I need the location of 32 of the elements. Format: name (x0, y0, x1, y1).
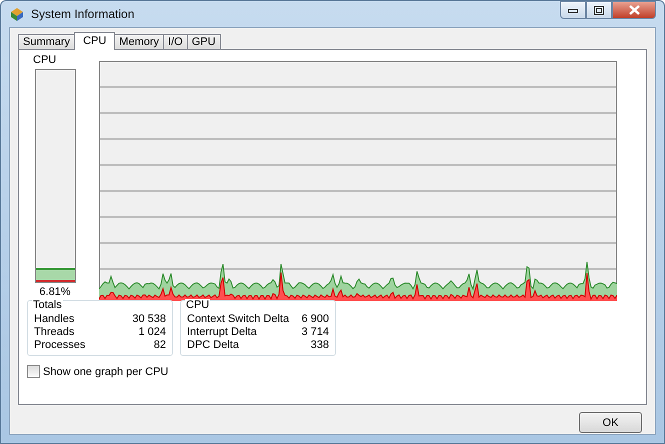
window-title: System Information (31, 7, 134, 21)
checkbox-label[interactable]: Show one graph per CPU (43, 366, 168, 378)
maximize-icon (594, 6, 604, 14)
stat-label: Interrupt Delta (187, 326, 258, 338)
app-icon (9, 6, 25, 22)
close-icon (628, 5, 640, 15)
stat-label: DPC Delta (187, 339, 240, 351)
cpu-label: CPU (33, 54, 56, 67)
checkbox[interactable] (27, 365, 40, 378)
tab[interactable]: Summary (18, 34, 76, 49)
close-button[interactable] (612, 1, 656, 19)
tab[interactable]: GPU (186, 34, 221, 49)
stat-label: Context Switch Delta (187, 313, 290, 325)
stat-value: 6 900 (301, 313, 329, 325)
minimize-icon (568, 7, 578, 13)
group-title: Totals (32, 299, 63, 311)
group-title: CPU (185, 299, 210, 311)
tab[interactable]: CPU (74, 32, 116, 50)
tab[interactable]: I/O (163, 34, 188, 49)
minimize-button[interactable] (560, 1, 586, 19)
stat-value: 30 538 (132, 313, 166, 325)
stat-label: Processes (34, 339, 86, 351)
stat-value: 82 (152, 339, 166, 351)
cpu-reading: 6.81% (39, 286, 71, 298)
tab[interactable]: Memory (114, 34, 164, 49)
stat-value: 338 (310, 339, 329, 351)
stat-value: 3 714 (301, 326, 329, 338)
stat-label: Handles (34, 313, 76, 325)
stat-label: Threads (34, 326, 76, 338)
maximize-button[interactable] (586, 1, 612, 19)
ok-button[interactable]: OK (579, 412, 642, 433)
stat-value: 1 024 (137, 326, 166, 338)
